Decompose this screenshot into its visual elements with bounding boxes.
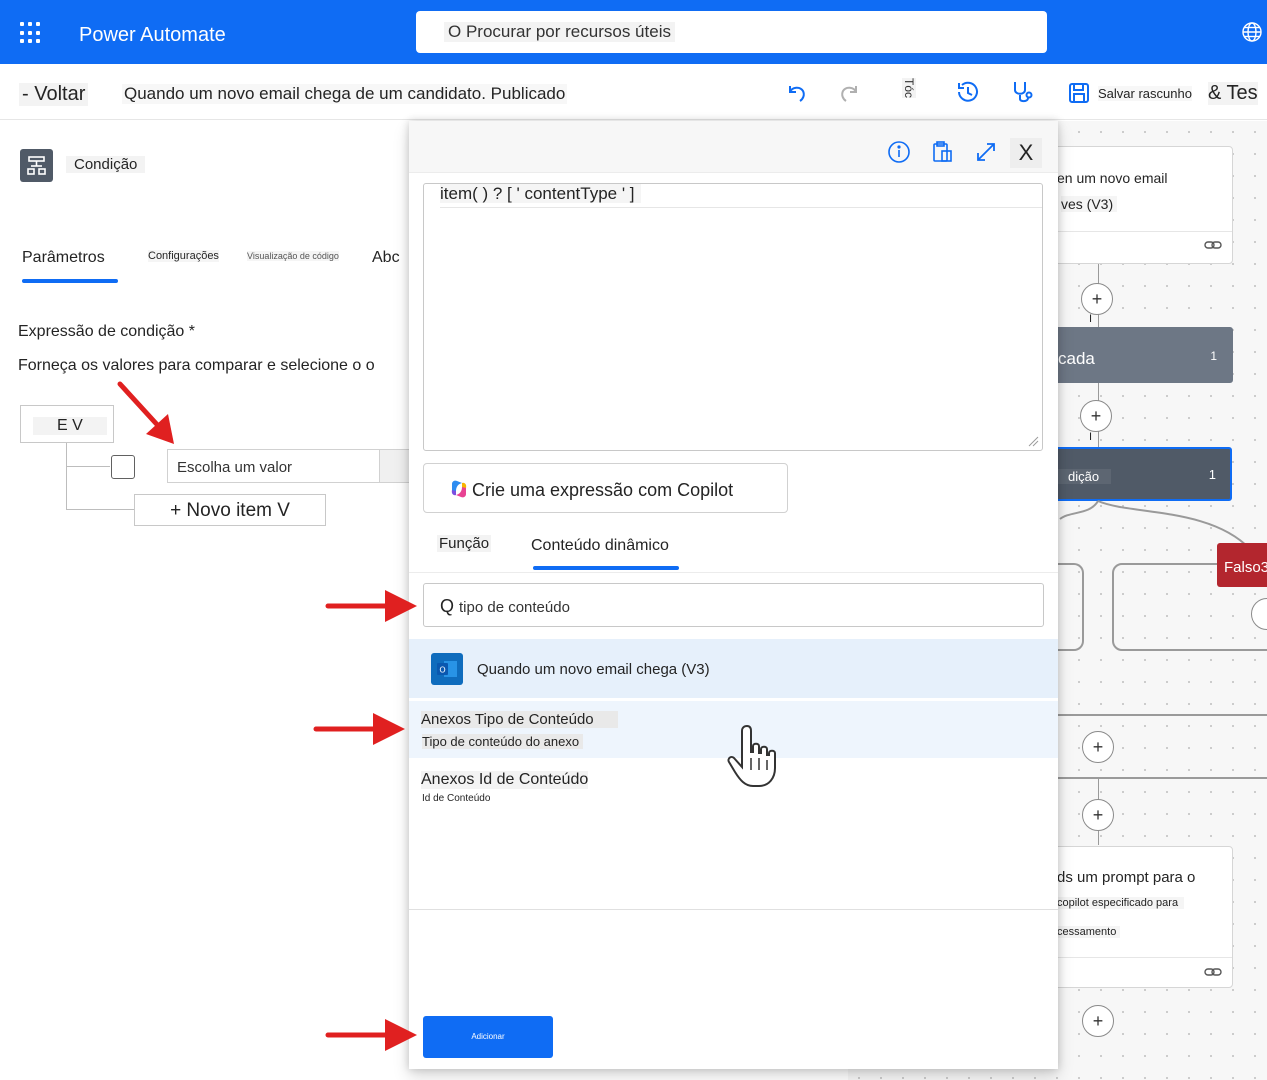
action-title: Condição	[66, 156, 146, 173]
token-picker-panel: X item( ) ? [ ' contentType ' ] Crie uma…	[409, 121, 1058, 1069]
copilot-icon	[451, 480, 467, 498]
divider	[409, 572, 1058, 573]
apply-to-each-node[interactable]: cada 1	[1050, 327, 1233, 383]
dynamic-content-item-subtitle: Tipo de conteúdo do anexo	[422, 734, 584, 749]
token-picker-header: X	[409, 121, 1058, 173]
text-cursor: I	[1089, 431, 1093, 443]
row-checkbox[interactable]	[111, 455, 135, 479]
choose-value-placeholder: Escolha um valor	[177, 459, 293, 476]
dynamic-content-item-title: Anexos Tipo de Conteúdo	[421, 711, 618, 728]
tab-about[interactable]: Abc	[372, 249, 400, 267]
apply-to-each-label: cada	[1058, 349, 1095, 368]
trigger-node-title: en um novo email	[1057, 170, 1168, 186]
add-button[interactable]: Adicionar	[423, 1016, 553, 1058]
hand-cursor-icon	[727, 724, 776, 787]
copilot-node-title: ds um prompt para o	[1057, 869, 1196, 886]
info-icon[interactable]	[886, 139, 912, 165]
trigger-node-subtitle: ves (V3)	[1061, 196, 1118, 212]
add-step-button[interactable]: +	[1082, 799, 1114, 831]
tab-code-view[interactable]: Visualização de código	[247, 251, 339, 261]
save-icon	[1069, 83, 1089, 103]
dynamic-content-search-value: tipo de conteúdo	[459, 599, 570, 616]
annotation-arrow-icon	[325, 590, 417, 622]
condition-node-label: dição	[1058, 469, 1112, 484]
tree-connector	[66, 443, 67, 509]
add-step-button[interactable]: +	[1081, 283, 1113, 315]
outlook-icon: O	[431, 653, 463, 685]
condition-icon	[20, 149, 53, 182]
expression-editor[interactable]: item( ) ? [ ' contentType ' ]	[423, 183, 1043, 451]
tab-active-indicator	[22, 279, 118, 283]
annotation-arrow-icon	[325, 1019, 417, 1051]
trigger-node[interactable]: en um novo email ves (V3)	[1050, 146, 1233, 264]
clipboard-icon[interactable]	[929, 139, 955, 165]
command-bar: - Voltar Quando um novo email chega de u…	[0, 64, 1267, 120]
copilot-node-desc-2: cessamento	[1057, 926, 1121, 938]
svg-text:O: O	[439, 666, 445, 675]
expression-text: item( ) ? [ ' contentType ' ]	[440, 184, 1042, 208]
divider	[409, 909, 1058, 910]
connector-line	[1056, 777, 1267, 779]
condition-expression-label: Expressão de condição *	[18, 323, 195, 340]
dynamic-content-item-title: Anexos Id de Conteúdo	[421, 771, 589, 789]
tab-dynamic-content[interactable]: Conteúdo dinâmico	[531, 537, 669, 555]
annotation-arrow-icon	[313, 713, 405, 745]
add-step-button[interactable]: +	[1082, 1005, 1114, 1037]
copilot-node-desc-1: copilot especificado para	[1057, 897, 1185, 909]
tab-active-indicator	[533, 566, 679, 570]
toc-button[interactable]: Tóc	[902, 78, 916, 99]
false-branch-label[interactable]: Falso3	[1217, 543, 1267, 587]
false-branch-text: Falso3	[1224, 559, 1267, 576]
condition-node-count: 1	[1208, 467, 1216, 482]
save-draft-label: Salvar rascunho	[1098, 85, 1192, 101]
tab-parameters[interactable]: Parâmetros	[22, 249, 105, 267]
test-button[interactable]: & Tes	[1208, 82, 1258, 105]
back-button[interactable]: - Voltar	[19, 83, 89, 106]
choose-value-input[interactable]: Escolha um valor	[167, 449, 410, 483]
flow-title: Quando um novo email chega de um candida…	[122, 84, 568, 104]
condition-node[interactable]: dição 1	[1050, 447, 1232, 501]
connector-line	[1056, 714, 1267, 716]
new-item-button[interactable]: + Novo item V	[134, 494, 326, 526]
tab-settings[interactable]: Configurações	[148, 250, 219, 262]
and-operator-dropdown[interactable]: E V	[20, 405, 114, 443]
create-expression-copilot-button[interactable]: Crie uma expressão com Copilot	[423, 463, 788, 513]
apply-to-each-count: 1	[1210, 349, 1217, 363]
search-placeholder: O Procurar por recursos úteis	[444, 22, 675, 42]
history-icon[interactable]	[954, 78, 982, 106]
and-operator-label: E V	[33, 417, 107, 435]
copilot-prompt-node[interactable]: ds um prompt para o copilot especificado…	[1050, 846, 1233, 988]
top-bar: Power Automate O Procurar por recursos ú…	[0, 0, 1267, 64]
app-launcher-icon[interactable]	[20, 22, 42, 44]
save-draft-button[interactable]: Salvar rascunho	[1068, 80, 1192, 106]
tab-function[interactable]: Função	[437, 535, 492, 552]
add-step-button[interactable]: +	[1082, 731, 1114, 763]
dynamic-content-group-header[interactable]: O Quando um novo email chega (V3)	[409, 639, 1058, 698]
flow-checker-icon[interactable]	[1008, 78, 1036, 106]
text-cursor: I	[1089, 313, 1093, 325]
link-icon	[1204, 241, 1222, 249]
create-expression-copilot-label: Crie uma expressão com Copilot	[472, 480, 734, 500]
add-step-button[interactable]: +	[1080, 400, 1112, 432]
dynamic-content-search-input[interactable]: Q tipo de conteúdo	[423, 583, 1044, 627]
dynamic-content-item-subtitle: Id de Conteúdo	[422, 793, 491, 804]
true-branch-container	[1056, 563, 1084, 651]
dynamic-content-group-label: Quando um novo email chega (V3)	[477, 661, 710, 678]
tree-connector	[66, 466, 110, 467]
close-button[interactable]: X	[1010, 138, 1042, 168]
tree-connector	[66, 509, 136, 510]
link-icon	[1204, 968, 1222, 976]
dynamic-content-toggle[interactable]	[379, 450, 409, 482]
annotation-arrow-icon	[117, 381, 174, 444]
redo-icon[interactable]	[836, 78, 864, 106]
expand-icon[interactable]	[973, 139, 999, 165]
undo-icon[interactable]	[782, 78, 810, 106]
search-input[interactable]: O Procurar por recursos úteis	[416, 11, 1047, 53]
globe-icon[interactable]	[1240, 20, 1264, 44]
resize-grip-icon[interactable]	[1027, 435, 1039, 447]
app-title[interactable]: Power Automate	[79, 24, 226, 47]
search-icon: Q	[440, 596, 455, 616]
expression-value: item( ) ? [ ' contentType ' ]	[440, 184, 641, 203]
condition-expression-description: Forneça os valores para comparar e selec…	[18, 357, 375, 374]
